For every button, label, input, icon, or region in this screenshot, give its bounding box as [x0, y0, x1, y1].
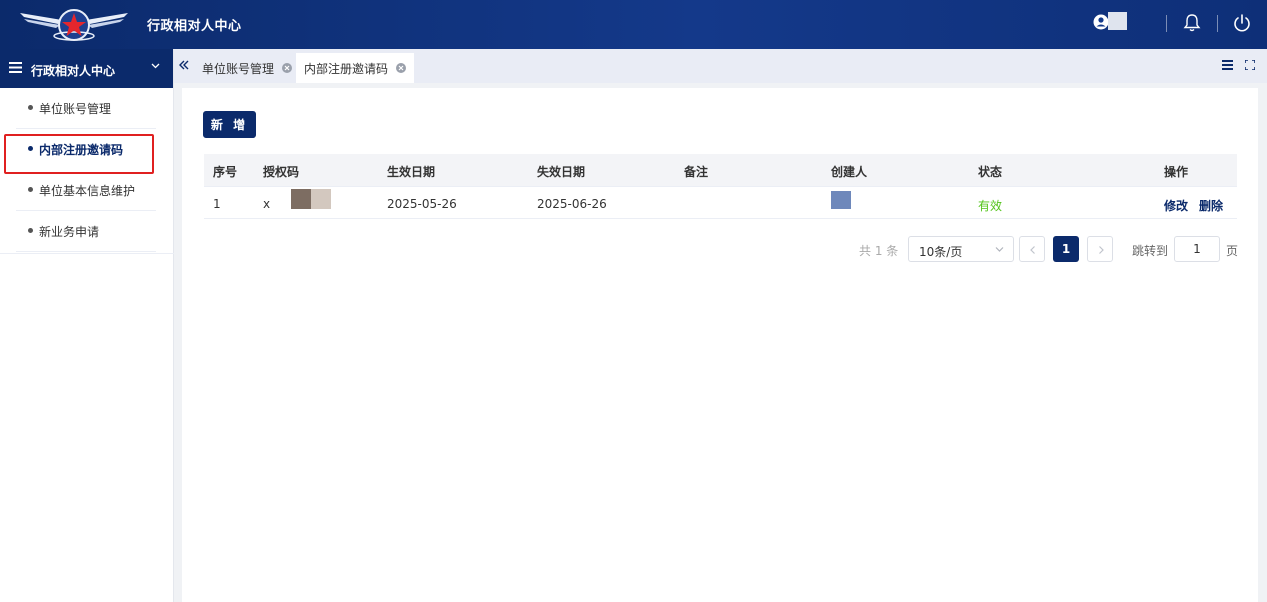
column-header: 生效日期	[387, 165, 436, 179]
user-name-redacted[interactable]	[1108, 12, 1127, 30]
row-index: 1	[213, 197, 221, 211]
edit-button[interactable]: 修改	[1164, 199, 1188, 213]
current-page[interactable]: 1	[1053, 236, 1079, 262]
column-header: 操作	[1164, 165, 1189, 179]
sidebar-item-basic-info[interactable]: 单位基本信息维护	[16, 170, 156, 211]
prev-page-button[interactable]	[1019, 236, 1045, 262]
chevron-down-icon[interactable]	[151, 62, 160, 70]
chevron-down-icon	[995, 247, 1004, 252]
power-icon[interactable]	[1232, 13, 1252, 33]
bullet-icon	[28, 228, 33, 233]
add-button[interactable]: 新 增	[203, 111, 256, 138]
sidebar-header[interactable]: 行政相对人中心	[0, 49, 173, 88]
column-header: 创建人	[831, 165, 868, 179]
page-size-select[interactable]: 10条/页	[908, 236, 1014, 262]
next-page-button[interactable]	[1087, 236, 1113, 262]
sidebar-item-new-business[interactable]: 新业务申请	[16, 211, 156, 252]
bullet-icon	[28, 105, 33, 110]
jump-label: 跳转到	[1132, 244, 1169, 258]
collapse-icon[interactable]	[178, 59, 190, 71]
logo-icon	[20, 9, 128, 41]
app-title: 行政相对人中心	[147, 19, 242, 34]
total-count: 共 1 条	[859, 244, 899, 258]
sidebar-item-label: 单位账号管理	[39, 102, 112, 116]
tab-invite-code[interactable]: 内部注册邀请码	[296, 53, 415, 83]
jump-page-input[interactable]	[1174, 236, 1220, 262]
fullscreen-icon[interactable]	[1245, 60, 1255, 70]
column-header: 序号	[213, 165, 238, 179]
page-suffix: 页	[1226, 244, 1239, 258]
header-divider	[1166, 15, 1167, 32]
bullet-icon	[28, 187, 33, 192]
sidebar-divider	[0, 253, 174, 254]
start-date: 2025-05-26	[387, 197, 457, 211]
tabs-bar: 单位账号管理 内部注册邀请码	[174, 49, 1267, 83]
delete-button[interactable]: 删除	[1199, 199, 1223, 213]
highlight-box	[4, 134, 154, 174]
column-header: 失效日期	[537, 165, 586, 179]
tab-account-management[interactable]: 单位账号管理	[194, 53, 300, 83]
bell-icon[interactable]	[1183, 13, 1201, 33]
pagination: 共 1 条 10条/页 1 跳转到 页	[182, 236, 1258, 262]
creator-redacted	[831, 191, 851, 209]
table-row: 1 x 2025-05-26 2025-06-26 有效 修改 删除	[204, 187, 1237, 219]
column-header: 状态	[978, 165, 1003, 179]
end-date: 2025-06-26	[537, 197, 607, 211]
column-header: 授权码	[263, 165, 300, 179]
chevron-left-icon	[1030, 246, 1035, 254]
page-size-value: 10条/页	[919, 245, 963, 259]
menu-icon	[9, 62, 22, 73]
auth-code-redacted	[291, 189, 311, 209]
sidebar: 行政相对人中心 单位账号管理 内部注册邀请码 单位基本信息维护 新业务申请	[0, 49, 174, 602]
invite-code-table: 序号 授权码 生效日期 失效日期 备注 创建人 状态 操作 1 x 2025-0…	[204, 154, 1237, 219]
sidebar-title: 行政相对人中心	[31, 64, 116, 78]
close-icon[interactable]	[396, 63, 407, 73]
sidebar-item-label: 新业务申请	[39, 225, 100, 239]
column-header: 备注	[684, 165, 709, 179]
row-actions: 修改 删除	[1164, 197, 1234, 214]
close-icon[interactable]	[282, 63, 293, 73]
status-badge: 有效	[978, 199, 1003, 213]
auth-code: x	[263, 197, 271, 211]
chevron-right-icon	[1099, 246, 1104, 254]
tab-label: 内部注册邀请码	[304, 61, 389, 76]
auth-code-redacted	[311, 189, 331, 209]
main-content: 新 增 序号 授权码 生效日期 失效日期 备注 创建人 状态 操作 1 x 20…	[182, 88, 1258, 602]
tab-label: 单位账号管理	[202, 61, 275, 76]
table-header: 序号 授权码 生效日期 失效日期 备注 创建人 状态 操作	[204, 154, 1237, 187]
top-header: 行政相对人中心	[0, 0, 1267, 49]
user-icon[interactable]	[1093, 14, 1109, 30]
sidebar-item-account-management[interactable]: 单位账号管理	[16, 88, 156, 129]
header-divider	[1217, 15, 1218, 32]
sidebar-item-label: 单位基本信息维护	[39, 184, 136, 198]
tab-menu-icon[interactable]	[1222, 60, 1233, 70]
